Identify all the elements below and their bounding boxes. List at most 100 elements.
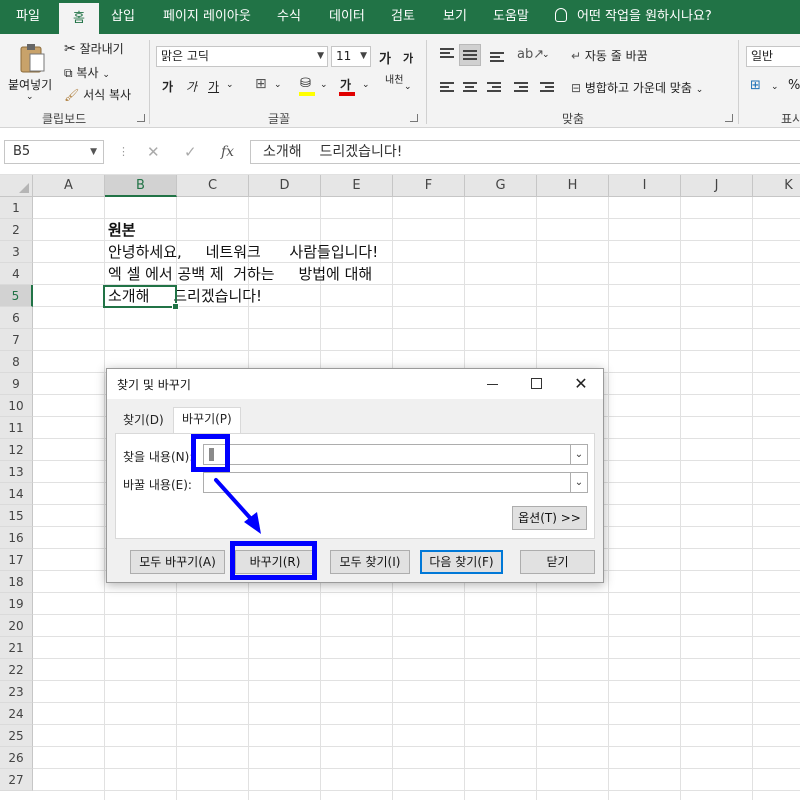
- row-header-16[interactable]: 16: [0, 527, 33, 549]
- align-bottom-icon[interactable]: [490, 52, 504, 64]
- font-launcher-icon[interactable]: [410, 114, 418, 122]
- merge-center-button[interactable]: ⊟ 병합하고 가운데 맞춤 ⌄: [571, 79, 703, 96]
- chevron-down-icon[interactable]: ⌄: [362, 80, 370, 90]
- row-header-20[interactable]: 20: [0, 615, 33, 637]
- orientation-icon[interactable]: ab↗: [517, 47, 544, 62]
- row-header-11[interactable]: 11: [0, 417, 33, 439]
- underline-button[interactable]: 가: [208, 78, 219, 95]
- column-header-a[interactable]: A: [33, 175, 105, 197]
- chevron-down-icon[interactable]: ⌄: [542, 50, 550, 60]
- cell-b2[interactable]: 원본: [108, 219, 136, 241]
- wrap-text-button[interactable]: ↵ 자동 줄 바꿈: [571, 47, 648, 64]
- alignment-launcher-icon[interactable]: [725, 114, 733, 122]
- tab-formulas[interactable]: 수식: [277, 0, 301, 34]
- row-header-2[interactable]: 2: [0, 219, 33, 241]
- font-color-button[interactable]: 가: [338, 76, 358, 98]
- tab-home[interactable]: 홈: [59, 3, 99, 34]
- row-header-14[interactable]: 14: [0, 483, 33, 505]
- accounting-format-icon[interactable]: ⊞: [750, 78, 761, 93]
- row-header-10[interactable]: 10: [0, 395, 33, 417]
- row-header-22[interactable]: 22: [0, 659, 33, 681]
- align-left-icon[interactable]: [440, 82, 454, 94]
- decrease-indent-icon[interactable]: [514, 82, 528, 94]
- tab-review[interactable]: 검토: [391, 0, 415, 34]
- select-all-button[interactable]: [0, 175, 33, 197]
- shrink-font-button[interactable]: 가: [403, 50, 413, 66]
- column-header-c[interactable]: C: [177, 175, 249, 197]
- row-header-26[interactable]: 26: [0, 747, 33, 769]
- borders-icon[interactable]: ⊞: [255, 76, 267, 92]
- row-header-23[interactable]: 23: [0, 681, 33, 703]
- paste-button[interactable]: 붙여넣기 ⌄: [6, 40, 56, 104]
- align-center-icon[interactable]: [463, 82, 477, 94]
- align-right-icon[interactable]: [487, 82, 501, 94]
- insert-function-icon[interactable]: fx: [221, 140, 234, 164]
- row-header-7[interactable]: 7: [0, 329, 33, 351]
- column-header-g[interactable]: G: [465, 175, 537, 197]
- row-header-8[interactable]: 8: [0, 351, 33, 373]
- column-header-k[interactable]: K: [753, 175, 800, 197]
- row-header-18[interactable]: 18: [0, 571, 33, 593]
- align-top-icon[interactable]: [440, 48, 454, 60]
- row-header-24[interactable]: 24: [0, 703, 33, 725]
- replace-all-button[interactable]: 모두 바꾸기(A): [130, 550, 225, 574]
- cut-button[interactable]: ✂ 잘라내기: [64, 40, 124, 57]
- row-header-19[interactable]: 19: [0, 593, 33, 615]
- font-name-combo[interactable]: 맑은 고딕 ▼: [156, 46, 328, 67]
- row-header-13[interactable]: 13: [0, 461, 33, 483]
- format-painter-button[interactable]: 🖌 서식 복사: [64, 86, 131, 103]
- increase-indent-icon[interactable]: [540, 82, 554, 94]
- tab-insert[interactable]: 삽입: [111, 0, 135, 34]
- find-next-button[interactable]: 다음 찾기(F): [420, 550, 503, 574]
- row-header-25[interactable]: 25: [0, 725, 33, 747]
- tab-data[interactable]: 데이터: [329, 0, 365, 34]
- formula-input[interactable]: 소개해 드리겠습니다!: [250, 140, 800, 164]
- row-header-12[interactable]: 12: [0, 439, 33, 461]
- tab-view[interactable]: 보기: [443, 0, 467, 34]
- column-header-i[interactable]: I: [609, 175, 681, 197]
- row-header-6[interactable]: 6: [0, 307, 33, 329]
- row-header-17[interactable]: 17: [0, 549, 33, 571]
- chevron-down-icon[interactable]: ⌄: [226, 80, 234, 90]
- row-header-4[interactable]: 4: [0, 263, 33, 285]
- enter-icon[interactable]: ✓: [184, 140, 197, 164]
- column-header-e[interactable]: E: [321, 175, 393, 197]
- phonetic-button[interactable]: 내천: [385, 76, 403, 86]
- tab-replace[interactable]: 바꾸기(P): [173, 407, 241, 434]
- fill-color-button[interactable]: ⛁: [298, 76, 318, 98]
- tab-page-layout[interactable]: 페이지 레이아웃: [163, 0, 251, 34]
- percent-icon[interactable]: %: [788, 78, 800, 93]
- italic-button[interactable]: 가: [186, 78, 197, 95]
- maximize-button[interactable]: [515, 369, 559, 399]
- row-header-27[interactable]: 27: [0, 769, 33, 791]
- chevron-down-icon[interactable]: ⌄: [771, 82, 779, 92]
- cell-b4[interactable]: 엑 셀 에서 공백 제 거하는 방법에 대해: [108, 263, 372, 285]
- column-header-j[interactable]: J: [681, 175, 753, 197]
- chevron-down-icon[interactable]: ⌄: [570, 473, 587, 492]
- row-header-21[interactable]: 21: [0, 637, 33, 659]
- row-header-3[interactable]: 3: [0, 241, 33, 263]
- copy-button[interactable]: ⧉ 복사 ⌄: [64, 64, 110, 81]
- grow-font-button[interactable]: 가: [379, 48, 391, 67]
- cell-b3[interactable]: 안녕하세요, 네트워크 사람들입니다!: [108, 241, 378, 263]
- font-size-combo[interactable]: 11 ▼: [331, 46, 371, 67]
- bold-button[interactable]: 가: [162, 78, 173, 95]
- close-window-button[interactable]: ✕: [559, 369, 603, 399]
- chevron-down-icon[interactable]: ⌄: [320, 80, 328, 90]
- chevron-down-icon[interactable]: ⌄: [570, 445, 587, 464]
- row-header-15[interactable]: 15: [0, 505, 33, 527]
- close-button[interactable]: 닫기: [520, 550, 595, 574]
- tell-me-box[interactable]: 어떤 작업을 원하시나요?: [555, 0, 712, 34]
- name-box[interactable]: B5 ▼: [4, 140, 104, 164]
- tab-file[interactable]: 파일: [16, 0, 40, 34]
- replace-with-input[interactable]: ⌄: [203, 472, 588, 493]
- column-header-d[interactable]: D: [249, 175, 321, 197]
- minimize-button[interactable]: [471, 369, 515, 399]
- find-all-button[interactable]: 모두 찾기(I): [330, 550, 410, 574]
- row-header-5[interactable]: 5: [0, 285, 33, 307]
- column-header-b[interactable]: B: [105, 175, 177, 197]
- find-what-input[interactable]: ⌄: [203, 444, 588, 465]
- column-header-h[interactable]: H: [537, 175, 609, 197]
- tab-help[interactable]: 도움말: [493, 0, 529, 34]
- chevron-down-icon[interactable]: ⌄: [404, 82, 412, 92]
